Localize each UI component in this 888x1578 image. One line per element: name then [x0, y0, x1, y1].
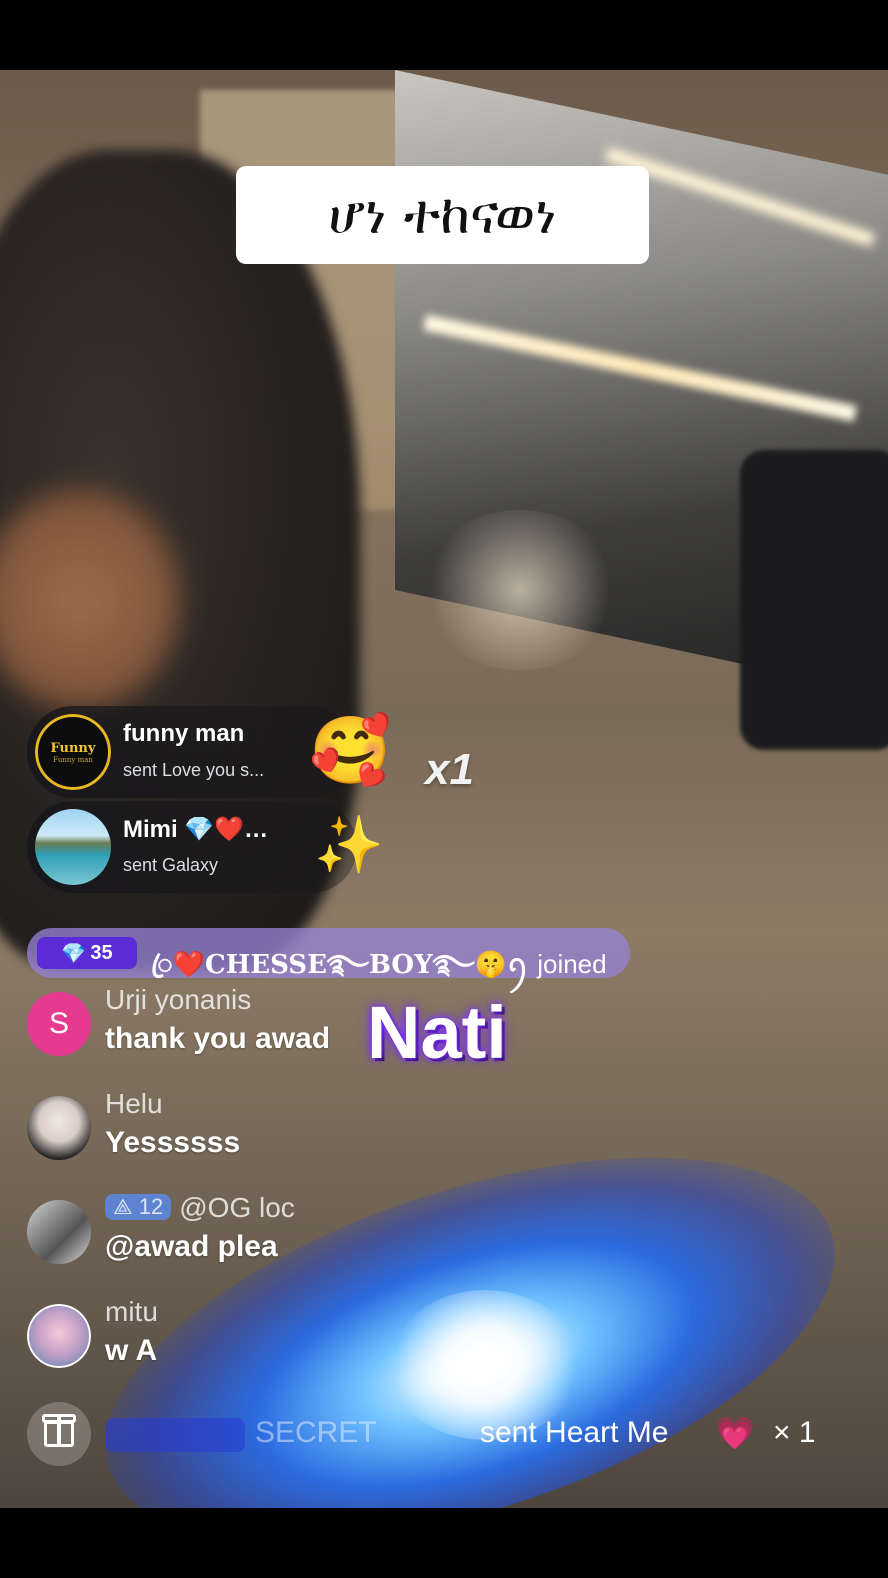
gift-sender-name: Mimi 💎❤️…: [123, 816, 269, 843]
chat-username[interactable]: Urji yonanis: [105, 984, 251, 1016]
heart-me-gift-icon: 💗: [715, 1414, 755, 1452]
streamer-name-overlay: Nati: [367, 991, 507, 1074]
joined-username[interactable]: ꦿ❤️CHESSE࿐BOY࿐🤫ꪆ: [151, 950, 528, 980]
logo-text: Funny: [50, 740, 96, 756]
chat-text: w A: [105, 1334, 158, 1367]
gift-button[interactable]: [27, 1402, 91, 1466]
gift-ticker: SECRET sent Heart Me 💗 × 1: [105, 1410, 825, 1460]
letter-avatar: S: [27, 992, 91, 1056]
level-badge: ⟁ 12: [105, 1194, 172, 1220]
chat-text: thank you awad: [105, 1022, 331, 1055]
chat-text: @awad plea: [105, 1230, 278, 1263]
gift-description: sent Heart Me: [480, 1416, 669, 1449]
gift-sender-name: funny man: [123, 720, 245, 747]
chat-message: ⟁ 12 @OG loc @awad plea: [27, 1192, 627, 1272]
gift-description: sent Galaxy: [123, 855, 219, 875]
couch-background: [740, 450, 888, 750]
chat-username[interactable]: Helu: [105, 1088, 163, 1120]
floor-reflection: [420, 510, 620, 670]
level-number: 12: [138, 1194, 164, 1219]
bottom-letterbox: [0, 1508, 888, 1578]
gift-notification[interactable]: Mimi 💎❤️… sent Galaxy ✨: [27, 801, 384, 893]
level-badge: 💎 35: [37, 937, 137, 969]
gift-description: sent Love you s...: [123, 760, 265, 780]
top-letterbox: [0, 0, 888, 70]
gift-icon: [42, 1414, 76, 1447]
photo-avatar: [27, 1304, 91, 1368]
love-you-so-much-gift-icon: 🥰: [309, 712, 392, 789]
joined-action: joined: [537, 949, 607, 979]
chat-text: Yessssss: [105, 1126, 241, 1159]
photo-avatar: [27, 1096, 91, 1160]
photo-avatar: [27, 1200, 91, 1264]
chat-message: mitu w A: [27, 1296, 627, 1376]
avatar[interactable]: [27, 1096, 91, 1160]
avatar[interactable]: [27, 1304, 91, 1368]
diamond-icon: 💎: [61, 942, 87, 965]
chat-username[interactable]: mitu: [105, 1296, 158, 1328]
funny-man-logo: Funny Funny man: [35, 714, 111, 790]
avatar[interactable]: [27, 1200, 91, 1264]
user-joined-banner: 💎 35 ꦿ❤️CHESSE࿐BOY࿐🤫ꪆ joined: [27, 928, 630, 980]
video-caption: ሆነ ተከናወነ: [236, 166, 649, 264]
beach-photo-avatar: [35, 809, 111, 885]
avatar[interactable]: S: [27, 992, 91, 1056]
chat-username-text: @OG loc: [179, 1192, 295, 1223]
gift-sender-name[interactable]: SECRET: [255, 1416, 377, 1450]
logo-subtext: Funny man: [53, 755, 93, 764]
galaxy-gift-icon: ✨: [314, 813, 384, 878]
chat-username[interactable]: ⟁ 12 @OG loc: [105, 1192, 295, 1224]
avatar[interactable]: Funny Funny man: [35, 714, 111, 790]
gift-combo-count: x1: [425, 745, 474, 794]
chat-message: S Urji yonanis thank you awad: [27, 984, 627, 1064]
sender-badge: [105, 1418, 245, 1452]
level-icon: ⟁: [113, 1194, 133, 1219]
avatar[interactable]: [35, 809, 111, 885]
gift-count: × 1: [773, 1416, 816, 1449]
gift-notification[interactable]: Funny Funny man funny man sent Love you …: [27, 706, 391, 798]
chat-message: Helu Yessssss: [27, 1088, 627, 1168]
level-number: 35: [90, 941, 113, 964]
